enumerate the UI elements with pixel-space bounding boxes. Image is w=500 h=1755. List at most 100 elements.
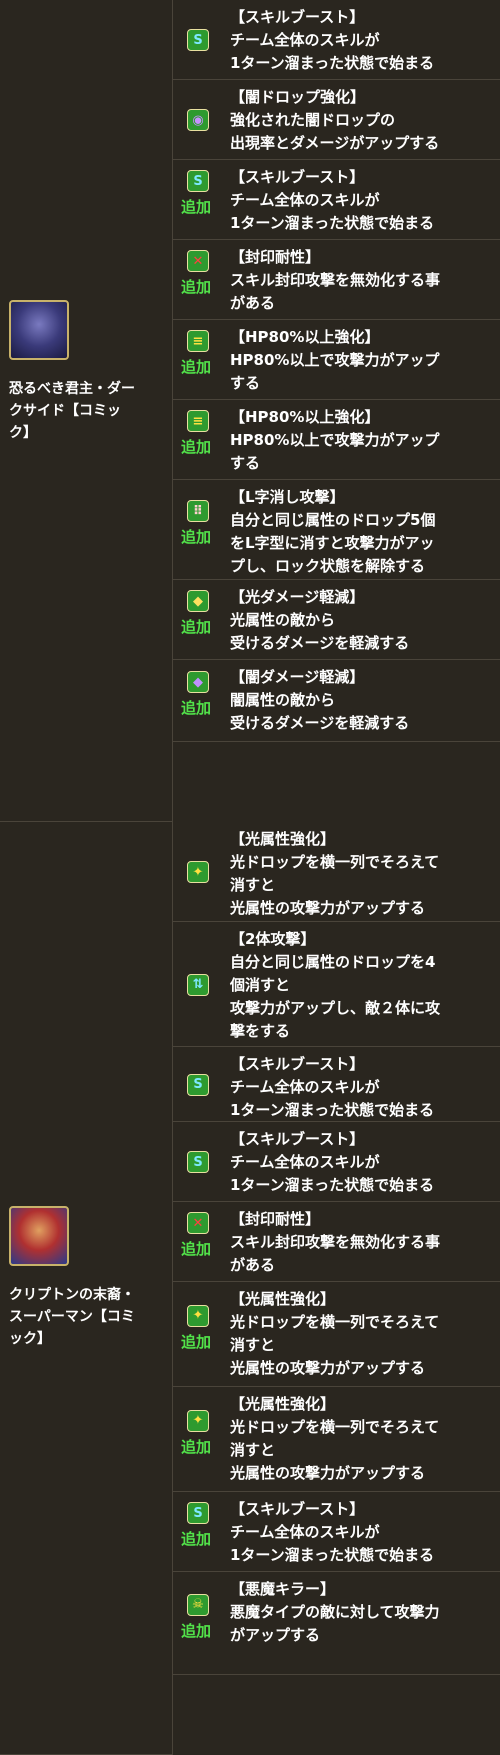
light-row-enhance-icon[interactable]: ✦ <box>187 1304 209 1327</box>
awakening-title: 【スキルブースト】 <box>230 168 365 186</box>
awakening-text: 【スキルブースト】 チーム全体のスキルが 1ターン溜まった状態で始まる <box>230 1053 495 1122</box>
added-tag: 追加 <box>181 1621 212 1640</box>
awakening-description: スキル封印攻撃を無効化する事 がある <box>230 271 441 312</box>
hp80-enhance-icon[interactable]: ≡ <box>187 410 209 432</box>
awakening-title: 【HP80%以上強化】 <box>230 328 380 346</box>
awakening-text: 【2体攻撃】自分と同じ属性のドロップを4 個消すと 攻撃力がアップし、敵２体に攻… <box>230 928 495 1043</box>
added-tag: 追加 <box>181 699 212 717</box>
added-tag: 追加 <box>181 438 212 456</box>
darkseid-portrait-icon[interactable] <box>9 300 69 360</box>
awakening-text: 【スキルブースト】チーム全体のスキルが 1ターン溜まった状態で始まる <box>230 1498 495 1567</box>
awakening-description: チーム全体のスキルが 1ターン溜まった状態で始まる <box>230 1078 435 1119</box>
awakening-title: 【封印耐性】 <box>230 248 321 266</box>
awakening-title: 【闇ダメージ軽減】 <box>230 668 365 686</box>
monster-name-line: 恐るべき君主・ダー <box>9 381 135 397</box>
awakening-title: 【スキルブースト】 <box>230 1130 365 1148</box>
added-tag: 追加 <box>181 528 212 546</box>
awakening-row: ◆ 追加 【光ダメージ軽減】 光属性の敵から 受けるダメージを軽減する <box>173 580 500 660</box>
awakening-description: 自分と同じ属性のドロップを4 個消すと 攻撃力がアップし、敵２体に攻 撃をする <box>230 953 441 1040</box>
awakening-row: S 【スキルブースト】チーム全体のスキルが 1ターン溜まった状態で始まる <box>173 0 500 80</box>
devil-killer-icon[interactable]: ☠ <box>187 1593 209 1616</box>
awakening-text: 【封印耐性】スキル封印攻撃を無効化する事 がある <box>230 246 495 315</box>
awakening-text: 【光属性強化】光ドロップを横一列でそろえて 消すと 光属性の攻撃力がアップする <box>230 1288 495 1380</box>
awakening-row: S 【スキルブースト】チーム全体のスキルが 1ターン溜まった状態で始まる <box>173 1122 500 1202</box>
awakening-row: ◉ 【闇ドロップ強化】 強化された闇ドロップの 出現率とダメージがアップする <box>173 80 500 160</box>
monster-name[interactable]: 恐るべき君主・ダー クサイド【コミッ ク】 <box>9 378 169 444</box>
dark-drop-enhance-icon[interactable]: ◉ <box>187 109 209 131</box>
awakening-text: 【スキルブースト】チーム全体のスキルが 1ターン溜まった状態で始まる <box>230 6 495 75</box>
two-way-attack-icon[interactable]: ⇅ <box>187 973 209 996</box>
awakening-description: 光ドロップを横一列でそろえて 消すと 光属性の攻撃力がアップする <box>230 853 440 917</box>
awakening-title: 【光属性強化】 <box>230 1290 336 1308</box>
skill-boost-icon[interactable]: S <box>187 1073 209 1096</box>
monster-name[interactable]: クリプトンの末裔・ スーパーマン【コミ ック】 <box>9 1284 169 1350</box>
awakening-description: 光ドロップを横一列でそろえて 消すと 光属性の攻撃力がアップする <box>230 1418 440 1482</box>
added-tag: 追加 <box>181 1437 212 1456</box>
awakening-title: 【スキルブースト】 <box>230 1500 365 1518</box>
awakening-title: 【HP80%以上強化】 <box>230 408 380 426</box>
awakening-description: チーム全体のスキルが 1ターン溜まった状態で始まる <box>230 1153 435 1194</box>
awakening-text: 【L字消し攻撃】 自分と同じ属性のドロップ5個 をL字型に消すと攻撃力がアッ プし… <box>230 486 495 578</box>
awakening-description: チーム全体のスキルが 1ターン溜まった状態で始まる <box>230 1523 435 1564</box>
monster-name-line: ク】 <box>9 425 37 441</box>
monster-cell: クリプトンの末裔・ スーパーマン【コミ ック】 <box>0 822 173 1755</box>
awakening-row: ✕ 追加 【封印耐性】スキル封印攻撃を無効化する事 がある <box>173 240 500 320</box>
monster-name-line: ック】 <box>9 1331 51 1347</box>
awakening-row: ⠿ 追加 【L字消し攻撃】 自分と同じ属性のドロップ5個 をL字型に消すと攻撃力がアッ… <box>173 480 500 580</box>
awakening-description: スキル封印攻撃を無効化する事 がある <box>230 1233 441 1274</box>
added-tag: 追加 <box>181 358 212 376</box>
awakening-description: HP80%以上で攻撃力がアップ する <box>230 351 440 392</box>
awakening-text: 【光属性強化】光ドロップを横一列でそろえて 消すと 光属性の攻撃力がアップする <box>230 828 495 920</box>
awakening-title: 【スキルブースト】 <box>230 8 365 26</box>
skill-boost-icon[interactable]: S <box>187 1502 209 1524</box>
awakening-title: 【光属性強化】 <box>230 1395 336 1413</box>
awakening-description: チーム全体のスキルが 1ターン溜まった状態で始まる <box>230 31 435 72</box>
awakening-description: 闇属性の敵から 受けるダメージを軽減する <box>230 691 410 732</box>
light-damage-reduce-icon[interactable]: ◆ <box>187 590 209 612</box>
hp80-enhance-icon[interactable]: ≡ <box>187 330 209 352</box>
seal-resist-icon[interactable]: ✕ <box>187 250 209 272</box>
skill-boost-icon[interactable]: S <box>187 29 209 51</box>
awakening-row: S 追加 【スキルブースト】 チーム全体のスキルが 1ターン溜まった状態で始まる <box>173 160 500 240</box>
added-tag: 追加 <box>181 1332 212 1351</box>
monster-cell: 恐るべき君主・ダー クサイド【コミッ ク】 <box>0 0 173 822</box>
awakening-text: 【光ダメージ軽減】光属性の敵から 受けるダメージを軽減する <box>230 586 495 655</box>
awakening-description: チーム全体のスキルが 1ターン溜まった状態で始まる <box>230 191 435 232</box>
awakening-text: 【闇ドロップ強化】 強化された闇ドロップの 出現率とダメージがアップする <box>230 86 495 155</box>
awakening-description: 光ドロップを横一列でそろえて 消すと 光属性の攻撃力がアップする <box>230 1313 440 1377</box>
awakening-text: 【スキルブースト】チーム全体のスキルが 1ターン溜まった状態で始まる <box>230 166 495 235</box>
added-tag: 追加 <box>181 278 212 296</box>
monster-name-line: クサイド【コミッ <box>9 403 121 419</box>
awakening-row: S 【スキルブースト】 チーム全体のスキルが 1ターン溜まった状態で始まる <box>173 1047 500 1122</box>
awakening-row: ◆ 追加 【闇ダメージ軽減】闇属性の敵から 受けるダメージを軽減する <box>173 660 500 742</box>
seal-resist-icon[interactable]: ✕ <box>187 1212 209 1234</box>
light-row-enhance-icon[interactable]: ✦ <box>187 1409 209 1432</box>
skill-boost-icon[interactable]: S <box>187 170 209 192</box>
awakening-text: 【HP80%以上強化】 HP80%以上で攻撃力がアップ する <box>230 406 495 475</box>
awakening-text: 【悪魔キラー】悪魔タイプの敵に対して攻撃力 がアップする <box>230 1578 495 1647</box>
awakening-text: 【闇ダメージ軽減】闇属性の敵から 受けるダメージを軽減する <box>230 666 495 735</box>
awakening-row: ≡ 追加 【HP80%以上強化】 HP80%以上で攻撃力がアップ する <box>173 320 500 400</box>
awakening-row: ≡ 追加 【HP80%以上強化】 HP80%以上で攻撃力がアップ する <box>173 400 500 480</box>
superman-portrait-icon[interactable] <box>9 1206 69 1266</box>
l-shape-attack-icon[interactable]: ⠿ <box>187 500 209 522</box>
added-tag: 追加 <box>181 1240 212 1258</box>
monster-name-line: クリプトンの末裔・ <box>9 1287 135 1303</box>
awakening-title: 【光ダメージ軽減】 <box>230 588 365 606</box>
awakening-title: 【光属性強化】 <box>230 830 336 848</box>
awakening-text: 【光属性強化】光ドロップを横一列でそろえて 消すと 光属性の攻撃力がアップする <box>230 1393 495 1485</box>
awakening-text: 【スキルブースト】チーム全体のスキルが 1ターン溜まった状態で始まる <box>230 1128 495 1197</box>
awakening-title: 【悪魔キラー】 <box>230 1580 336 1598</box>
awakening-row: ☠ 追加 【悪魔キラー】 悪魔タイプの敵に対して攻撃力 がアップする <box>173 1572 500 1675</box>
awakening-description: 悪魔タイプの敵に対して攻撃力 がアップする <box>230 1603 440 1644</box>
skill-boost-icon[interactable]: S <box>187 1151 209 1173</box>
awakening-text: 【HP80%以上強化】 HP80%以上で攻撃力がアップ する <box>230 326 495 395</box>
awakening-title: 【闇ドロップ強化】 <box>230 88 366 106</box>
awakening-title: 【2体攻撃】 <box>230 930 316 948</box>
awakening-description: 光属性の敵から 受けるダメージを軽減する <box>230 611 410 652</box>
awakening-row: ✦ 【光属性強化】光ドロップを横一列でそろえて 消すと 光属性の攻撃力がアップする <box>173 822 500 922</box>
awakening-title: 【L字消し攻撃】 <box>230 488 345 506</box>
dark-damage-reduce-icon[interactable]: ◆ <box>187 671 209 693</box>
light-row-enhance-icon[interactable]: ✦ <box>187 861 209 883</box>
awakening-row: ✕ 追加 【封印耐性】 スキル封印攻撃を無効化する事 がある <box>173 1202 500 1282</box>
